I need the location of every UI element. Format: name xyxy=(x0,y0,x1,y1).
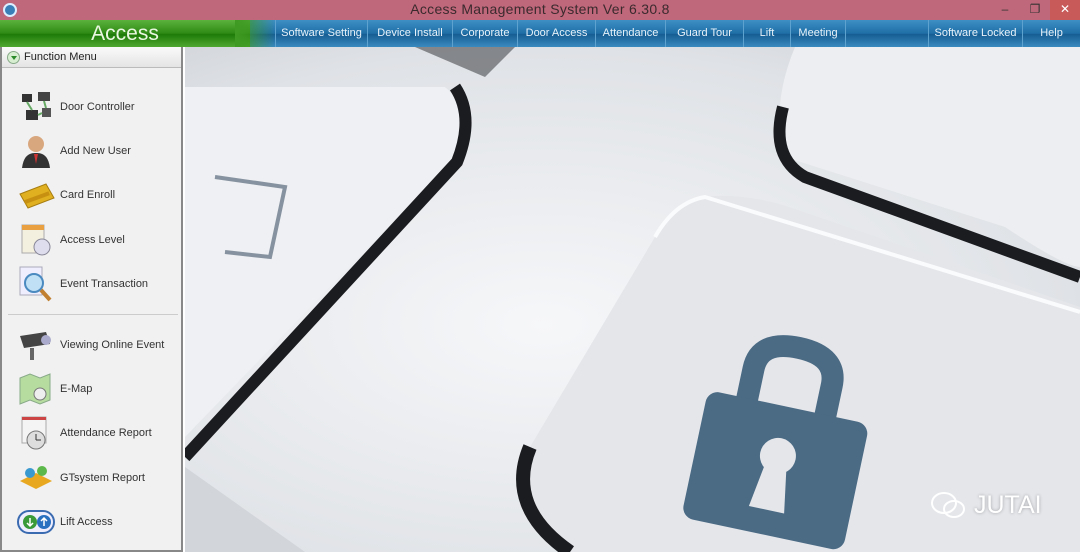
title-bar: Access Management System Ver 6.30.8 – ❐ … xyxy=(0,0,1080,20)
function-menu-title: Function Menu xyxy=(24,51,97,63)
keyboard-lock-image xyxy=(185,47,1080,552)
map-icon xyxy=(19,373,51,405)
item-label: Card Enroll xyxy=(60,189,116,201)
module-title-text: Access xyxy=(91,22,159,45)
magnifier-icon xyxy=(19,266,52,302)
door-controller-icon xyxy=(22,92,51,120)
sidebar-item-e-map[interactable]: E-Map xyxy=(16,369,176,409)
menu-attendance[interactable]: Attendance xyxy=(595,20,665,47)
menu-divider xyxy=(8,314,178,315)
menu-lift[interactable]: Lift xyxy=(743,20,790,47)
menu-meeting[interactable]: Meeting xyxy=(790,20,846,47)
sidebar-item-gtsystem-report[interactable]: GTsystem Report xyxy=(16,458,176,498)
item-label: E-Map xyxy=(60,383,93,395)
lift-icon xyxy=(17,510,55,534)
brand-fade xyxy=(235,20,275,47)
menu-guard-tour[interactable]: Guard Tour xyxy=(665,20,743,47)
item-label: Attendance Report xyxy=(60,427,152,439)
item-label: Add New User xyxy=(60,145,131,157)
sidebar-item-door-controller[interactable]: Door Controller xyxy=(16,87,176,127)
sidebar-item-viewing-online-event[interactable]: Viewing Online Event xyxy=(16,325,176,365)
sidebar-item-card-enroll[interactable]: Card Enroll xyxy=(16,175,176,215)
minimize-button[interactable]: – xyxy=(990,0,1020,20)
item-label: Event Transaction xyxy=(60,278,149,290)
sidebar-item-event-transaction[interactable]: Event Transaction xyxy=(16,264,176,304)
collapse-icon[interactable] xyxy=(7,51,20,64)
menu-help[interactable]: Help xyxy=(1022,20,1080,47)
access-level-icon xyxy=(21,224,51,256)
menu-software-locked[interactable]: Software Locked xyxy=(928,20,1022,47)
user-icon xyxy=(22,136,50,168)
item-label: Door Controller xyxy=(60,101,135,113)
wechat-icon xyxy=(931,492,965,518)
item-label: Access Level xyxy=(60,234,125,246)
module-title: Access xyxy=(0,20,250,47)
menu-software-setting[interactable]: Software Setting xyxy=(275,20,367,47)
item-label: Viewing Online Event xyxy=(60,339,165,351)
menu-door-access[interactable]: Door Access xyxy=(517,20,595,47)
clock-icon xyxy=(21,416,47,450)
card-icon xyxy=(19,183,55,209)
sidebar-item-lift-access[interactable]: Lift Access xyxy=(16,502,176,542)
menu-bar: Access Software Setting Device Install C… xyxy=(0,20,1080,47)
guard-tour-icon xyxy=(20,466,52,489)
restore-button[interactable]: ❐ xyxy=(1020,0,1050,20)
watermark: JUTAI xyxy=(930,490,1042,520)
window-title: Access Management System Ver 6.30.8 xyxy=(410,1,670,17)
menu-device-install[interactable]: Device Install xyxy=(367,20,452,47)
item-label: Lift Access xyxy=(60,516,113,528)
sidebar-item-add-new-user[interactable]: Add New User xyxy=(16,131,176,171)
item-label: GTsystem Report xyxy=(60,472,145,484)
sidebar-item-attendance-report[interactable]: Attendance Report xyxy=(16,413,176,453)
camera-icon xyxy=(20,332,51,360)
function-menu-panel: Function Menu Door Controller Add New Us… xyxy=(0,47,183,552)
sidebar-item-access-level[interactable]: Access Level xyxy=(16,220,176,260)
function-menu-header[interactable]: Function Menu xyxy=(2,47,181,68)
watermark-text: JUTAI xyxy=(974,490,1042,519)
close-button[interactable]: ✕ xyxy=(1050,0,1080,20)
menu-corporate[interactable]: Corporate xyxy=(452,20,517,47)
main-background xyxy=(185,47,1080,552)
